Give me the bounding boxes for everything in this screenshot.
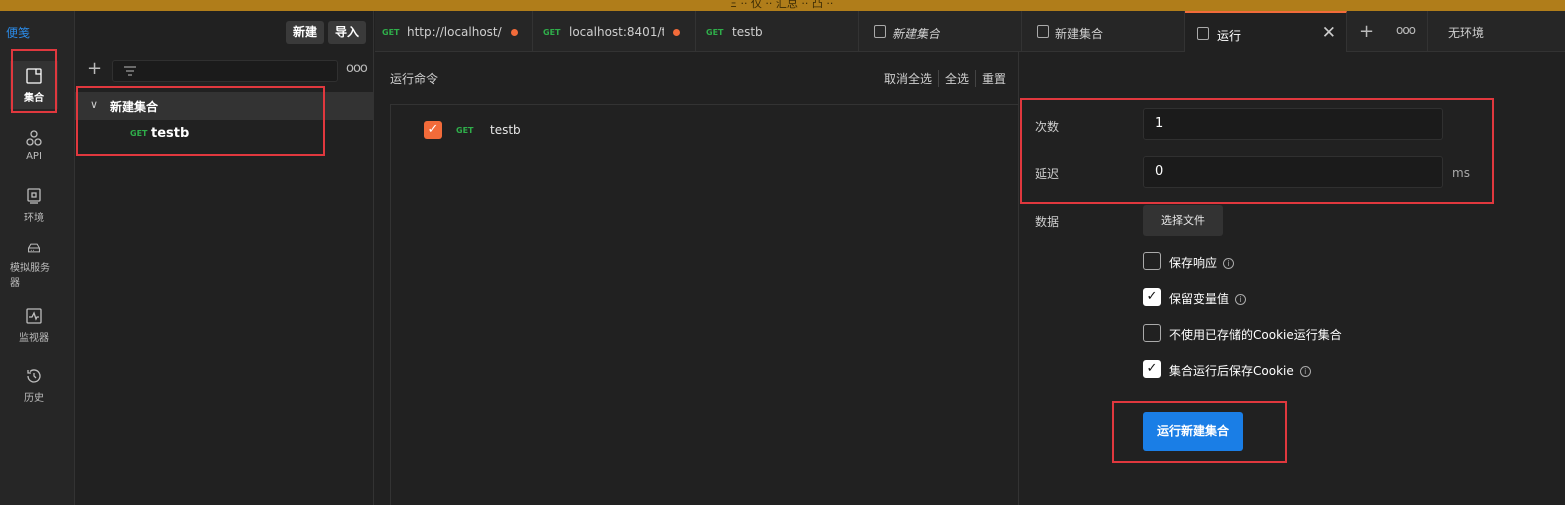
- runner-title: 运行命令: [390, 72, 439, 86]
- tab-request-2[interactable]: GET localhost:8401/t...: [536, 11, 696, 52]
- collection-icon: [26, 67, 42, 84]
- play-icon: [1197, 27, 1209, 40]
- run-settings-panel: 次数 1 延迟 0 ms 数据 选择文件 保存响应 i ✓ 保留变量值 i 不使用已…: [1018, 52, 1565, 505]
- tab-label: testb: [732, 25, 763, 39]
- sidebar-toolbar: + ooo: [75, 58, 374, 86]
- left-rail: 便笺 集合 API 环境 模拟服务器 监视器 历史: [0, 11, 75, 505]
- tab-collection[interactable]: 新建集合: [1025, 11, 1185, 52]
- tab-label: 新建集合: [892, 27, 941, 41]
- collection-icon: [874, 25, 886, 38]
- environment-selector[interactable]: 无环境: [1427, 11, 1565, 52]
- tab-label: 运行: [1217, 29, 1242, 43]
- filter-input[interactable]: [112, 60, 338, 82]
- run-item-method: GET: [456, 126, 474, 135]
- run-order-list: ✓ GET testb: [390, 104, 1018, 505]
- request-method: GET: [130, 129, 148, 138]
- select-all-button[interactable]: 全选: [939, 70, 977, 87]
- rail-item-collections[interactable]: 集合: [10, 61, 58, 109]
- info-icon[interactable]: i: [1299, 366, 1311, 377]
- chevron-down-icon[interactable]: ∨: [90, 98, 98, 111]
- window-title: Ξ ·· 仅 ·· 汇总 ·· 凸 ··: [730, 0, 834, 10]
- run-item-checkbox[interactable]: ✓: [424, 121, 442, 139]
- add-collection-icon[interactable]: +: [87, 60, 103, 78]
- rail-label: 环境: [24, 212, 44, 224]
- reset-button[interactable]: 重置: [976, 70, 1012, 87]
- workspace-name[interactable]: 便笺: [6, 24, 30, 41]
- run-item-name: testb: [490, 123, 521, 137]
- rail-item-monitor[interactable]: 监视器: [10, 301, 58, 349]
- collections-sidebar: 新建 导入 + ooo ∨ 新建集合 GET testb: [75, 11, 374, 505]
- iterations-label: 次数: [1035, 120, 1060, 134]
- iterations-input[interactable]: 1: [1143, 108, 1443, 140]
- runner-actions: 取消全选 全选 重置: [884, 70, 1012, 87]
- new-tab-icon[interactable]: +: [1359, 21, 1374, 42]
- new-button[interactable]: 新建: [286, 21, 325, 44]
- option-label: 不使用已存储的Cookie运行集合: [1169, 328, 1342, 342]
- unsaved-dot-icon: [511, 29, 518, 36]
- close-tab-icon[interactable]: ✕: [1322, 23, 1336, 43]
- info-icon[interactable]: i: [1223, 258, 1235, 269]
- deselect-all-button[interactable]: 取消全选: [884, 70, 940, 87]
- checkbox[interactable]: ✓: [1143, 288, 1161, 306]
- filter-icon: [124, 66, 136, 76]
- option-label: 保留变量值: [1169, 292, 1230, 306]
- request-name: testb: [151, 126, 190, 141]
- environment-label: 无环境: [1448, 26, 1485, 40]
- api-icon: [26, 129, 42, 146]
- tab-collection-draft[interactable]: 新建集合: [862, 11, 1022, 52]
- rail-label: 监视器: [19, 332, 49, 344]
- option-label: 集合运行后保存Cookie: [1169, 364, 1294, 378]
- sidebar-more-icon[interactable]: ooo: [346, 61, 368, 76]
- rail-item-api[interactable]: API: [10, 121, 58, 169]
- delay-label: 延迟: [1035, 167, 1060, 181]
- checkbox[interactable]: ✓: [1143, 360, 1161, 378]
- rail-label: 集合: [24, 92, 44, 104]
- collection-name: 新建集合: [110, 100, 159, 114]
- request-row[interactable]: GET testb: [75, 124, 374, 146]
- info-icon[interactable]: i: [1235, 294, 1247, 305]
- rail-label: 模拟服务器: [10, 263, 50, 289]
- window-title-bar: Ξ ·· 仅 ·· 汇总 ·· 凸 ··: [0, 0, 1565, 11]
- rail-label: API: [26, 150, 42, 162]
- mock-server-icon: [28, 243, 40, 253]
- monitor-icon: [26, 307, 42, 324]
- delay-input[interactable]: 0: [1143, 156, 1443, 188]
- choose-file-button[interactable]: 选择文件: [1143, 205, 1223, 236]
- import-button[interactable]: 导入: [328, 21, 367, 44]
- delay-unit: ms: [1452, 166, 1470, 180]
- tab-request-1[interactable]: GET http://localhost/...: [375, 11, 533, 52]
- tab-request-3[interactable]: GET testb: [699, 11, 859, 52]
- tab-method: GET: [543, 28, 561, 37]
- option-label: 保存响应: [1169, 256, 1218, 270]
- collection-row[interactable]: ∨ 新建集合: [75, 92, 374, 120]
- tab-label: http://localhost/...: [407, 25, 502, 39]
- play-icon: [1037, 25, 1049, 38]
- checkbox[interactable]: [1143, 324, 1161, 342]
- rail-item-history[interactable]: 历史: [10, 361, 58, 409]
- tab-method: GET: [382, 28, 400, 37]
- rail-item-environment[interactable]: 环境: [10, 181, 58, 229]
- tab-runner[interactable]: 运行 ✕: [1185, 11, 1347, 52]
- unsaved-dot-icon: [673, 29, 680, 36]
- rail-label: 历史: [24, 392, 44, 404]
- run-collection-button[interactable]: 运行新建集合: [1143, 412, 1243, 451]
- tab-more-icon[interactable]: ooo: [1396, 23, 1416, 37]
- checkbox[interactable]: [1143, 252, 1161, 270]
- data-label: 数据: [1035, 215, 1060, 229]
- tab-label: localhost:8401/t...: [569, 25, 664, 39]
- tab-label: 新建集合: [1055, 27, 1104, 41]
- tab-method: GET: [706, 28, 724, 37]
- rail-item-mock-server[interactable]: 模拟服务器: [10, 241, 58, 289]
- environment-icon: [27, 187, 41, 204]
- history-icon: [27, 368, 41, 383]
- tab-bar: GET http://localhost/... GET localhost:8…: [375, 11, 1565, 52]
